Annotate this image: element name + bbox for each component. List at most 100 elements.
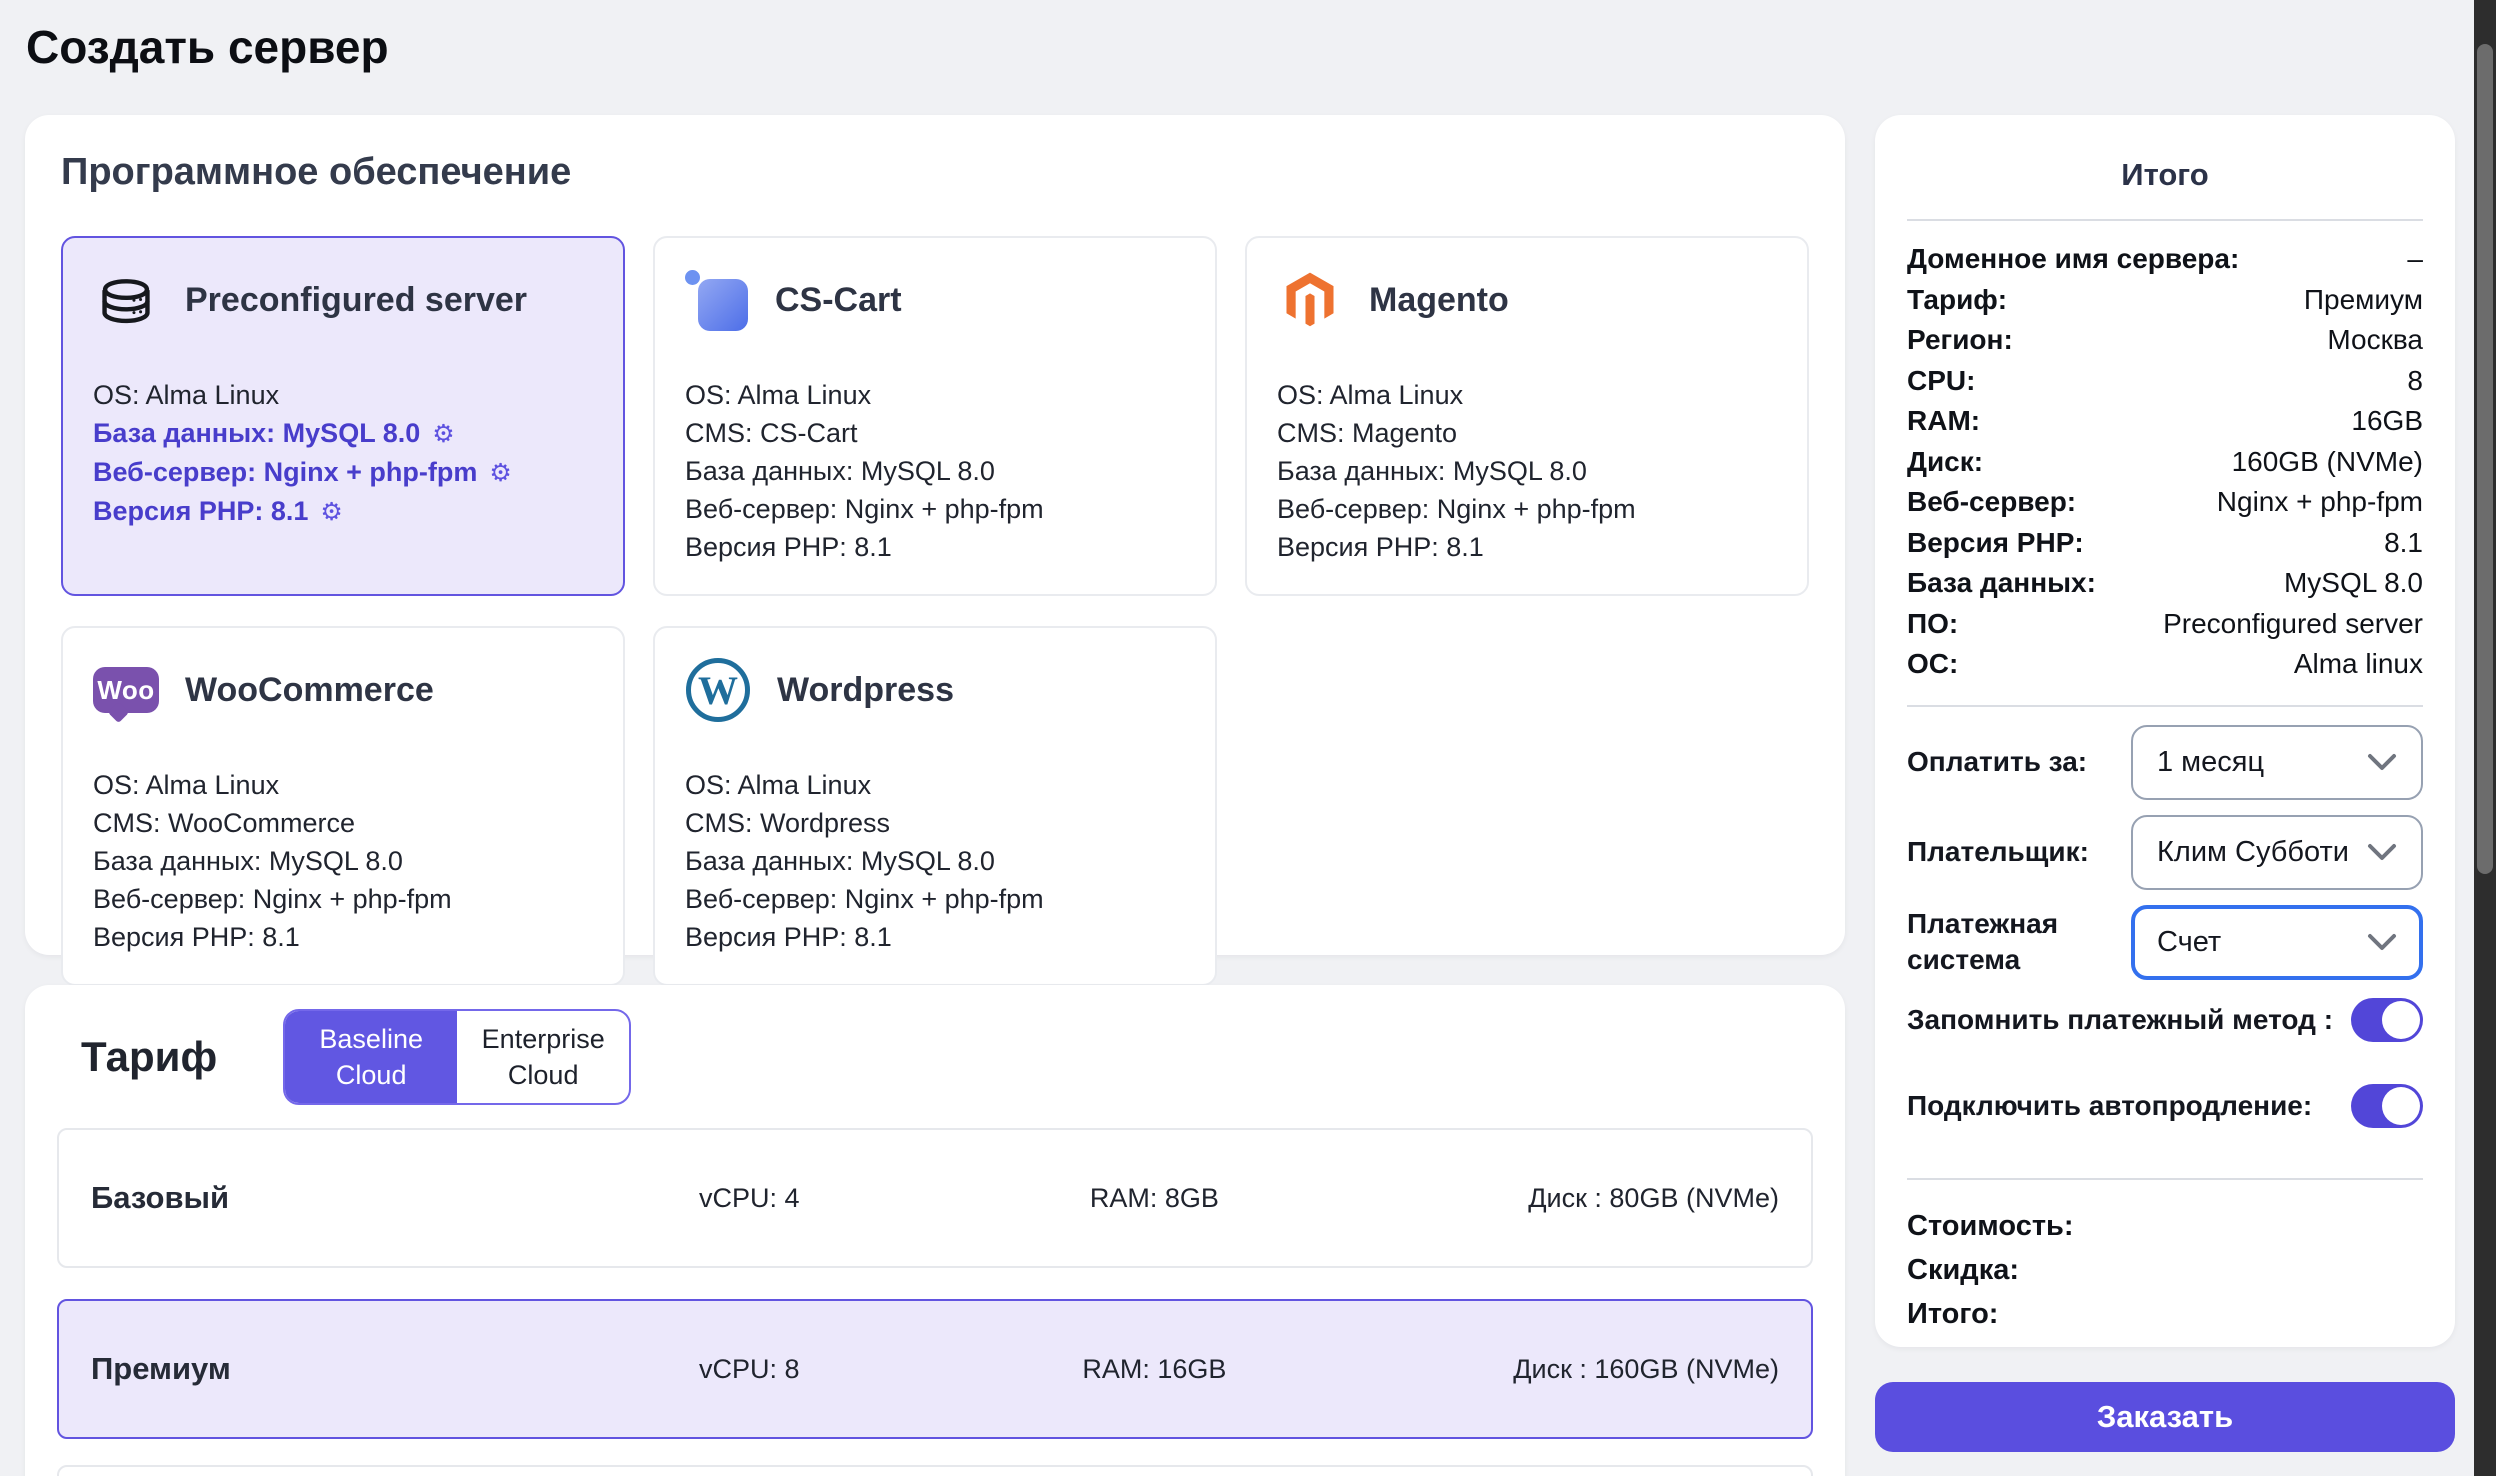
card-line-database: База данных: MySQL 8.0 — [685, 452, 1185, 490]
autorenew-label: Подключить автопродление: — [1907, 1090, 2312, 1122]
plan-disk: Диск : 80GB (NVMe) — [1374, 1183, 1779, 1214]
remember-payment-toggle[interactable] — [2351, 998, 2423, 1042]
summary-row-tariff: Тариф:Премиум — [1907, 280, 2423, 321]
card-line-database: База данных: MySQL 8.0 — [685, 842, 1185, 880]
card-title: Wordpress — [777, 671, 954, 710]
summary-row-os: ОС:Alma linux — [1907, 644, 2423, 685]
card-line-os: OS: Alma Linux — [685, 376, 1185, 414]
payer-select[interactable]: Клим Субботи — [2131, 815, 2423, 890]
gear-icon[interactable]: ⚙ — [489, 459, 511, 487]
software-section: Программное обеспечение — [25, 115, 1845, 955]
card-title: Magento — [1369, 281, 1509, 320]
payer-label: Плательщик: — [1907, 834, 2089, 870]
card-title: Preconfigured server — [185, 281, 527, 320]
card-line-webserver: Веб-сервер: Nginx + php-fpm — [93, 880, 593, 918]
card-line-php: Версия PHP: 8.1 — [1277, 528, 1777, 566]
card-body: OS: Alma Linux CMS: Wordpress База данны… — [685, 766, 1185, 956]
software-card-woocommerce[interactable]: Woo WooCommerce OS: Alma Linux CMS: WooC… — [61, 626, 625, 986]
card-line-webserver: Веб-сервер: Nginx + php-fpm — [685, 490, 1185, 528]
summary-row-ram: RAM:16GB — [1907, 401, 2423, 442]
autorenew-toggle[interactable] — [2351, 1084, 2423, 1128]
summary-heading: Итого — [1907, 157, 2423, 193]
card-line-os: OS: Alma Linux — [685, 766, 1185, 804]
tariff-section: Тариф Baseline Cloud Enterprise Cloud Ба… — [25, 985, 1845, 1476]
card-line-webserver[interactable]: Веб-сервер: Nginx + php-fpm⚙ — [93, 453, 593, 492]
gear-icon[interactable]: ⚙ — [432, 420, 454, 448]
plan-disk: Диск : 160GB (NVMe) — [1374, 1354, 1779, 1385]
plan-ram: RAM: 16GB — [935, 1354, 1374, 1385]
plan-row-premium[interactable]: Премиум vCPU: 8 RAM: 16GB Диск : 160GB (… — [57, 1299, 1813, 1439]
card-title: WooCommerce — [185, 671, 434, 710]
plan-row-basic[interactable]: Базовый vCPU: 4 RAM: 8GB Диск : 80GB (NV… — [57, 1128, 1813, 1268]
plan-name: Премиум — [91, 1351, 564, 1387]
software-card-cscart[interactable]: CS-Cart OS: Alma Linux CMS: CS-Cart База… — [653, 236, 1217, 596]
card-line-os: OS: Alma Linux — [93, 766, 593, 804]
plan-vcpu: vCPU: 4 — [564, 1183, 935, 1214]
toggle-knob — [2382, 1001, 2420, 1039]
divider — [1907, 219, 2423, 221]
card-header: Preconfigured server — [93, 266, 593, 334]
plan-vcpu: vCPU: 8 — [564, 1354, 935, 1385]
summary-row-disk: Диск:160GB (NVMe) — [1907, 442, 2423, 483]
summary-row-php: Версия PHP:8.1 — [1907, 523, 2423, 564]
software-card-magento[interactable]: Magento OS: Alma Linux CMS: Magento База… — [1245, 236, 1809, 596]
gear-icon[interactable]: ⚙ — [320, 498, 342, 526]
woocommerce-icon: Woo — [93, 667, 159, 713]
cost-label: Стоимость: — [1907, 1204, 2423, 1248]
chevron-down-icon — [2367, 753, 2397, 771]
scrollbar-thumb[interactable] — [2477, 44, 2493, 874]
chevron-down-icon — [2367, 933, 2397, 951]
card-line-cms: CMS: Wordpress — [685, 804, 1185, 842]
card-line-cms: CMS: CS-Cart — [685, 414, 1185, 452]
summary-row-domain: Доменное имя сервера:– — [1907, 239, 2423, 280]
divider — [1907, 705, 2423, 707]
tariff-header: Тариф Baseline Cloud Enterprise Cloud — [57, 1009, 1813, 1105]
card-header: Magento — [1277, 266, 1777, 334]
card-line-php: Версия PHP: 8.1 — [685, 528, 1185, 566]
software-card-wordpress[interactable]: W Wordpress OS: Alma Linux CMS: Wordpres… — [653, 626, 1217, 986]
card-line-php: Версия PHP: 8.1 — [685, 918, 1185, 956]
remember-payment-label: Запомнить платежный метод : — [1907, 1004, 2333, 1036]
card-body: OS: Alma Linux CMS: CS-Cart База данных:… — [685, 376, 1185, 566]
segment-baseline-cloud[interactable]: Baseline Cloud — [285, 1011, 457, 1103]
cs-cart-icon — [685, 267, 749, 333]
remember-payment-row: Запомнить платежный метод : — [1907, 998, 2423, 1042]
software-card-preconfigured[interactable]: Preconfigured server OS: Alma Linux База… — [61, 236, 625, 596]
plan-name: Базовый — [91, 1180, 564, 1216]
pay-period-label: Оплатить за: — [1907, 744, 2087, 780]
plan-row-partial[interactable] — [57, 1465, 1813, 1476]
order-button[interactable]: Заказать — [1875, 1382, 2455, 1452]
pay-period-select[interactable]: 1 месяц — [2131, 725, 2423, 800]
create-server-page: Создать сервер Программное обеспечение — [0, 0, 2496, 1476]
card-line-os: OS: Alma Linux — [93, 376, 593, 414]
card-line-php[interactable]: Версия PHP: 8.1⚙ — [93, 492, 593, 531]
payment-system-select[interactable]: Счет — [2131, 905, 2423, 980]
card-header: Woo WooCommerce — [93, 656, 593, 724]
summary-row-webserver: Веб-сервер:Nginx + php-fpm — [1907, 482, 2423, 523]
autorenew-row: Подключить автопродление: — [1907, 1084, 2423, 1128]
card-line-database[interactable]: База данных: MySQL 8.0⚙ — [93, 414, 593, 453]
software-cards-grid: Preconfigured server OS: Alma Linux База… — [61, 236, 1809, 986]
card-line-php: Версия PHP: 8.1 — [93, 918, 593, 956]
total-label: Итого: — [1907, 1292, 2423, 1336]
card-line-os: OS: Alma Linux — [1277, 376, 1777, 414]
card-line-cms: CMS: Magento — [1277, 414, 1777, 452]
summary-row-region: Регион:Москва — [1907, 320, 2423, 361]
order-summary: Итого Доменное имя сервера:– Тариф:Преми… — [1875, 115, 2455, 1347]
payment-system-label: Платежная система — [1907, 906, 2092, 978]
card-line-database: База данных: MySQL 8.0 — [93, 842, 593, 880]
summary-row-cpu: CPU:8 — [1907, 361, 2423, 402]
card-header: W Wordpress — [685, 656, 1185, 724]
tariff-plans: Базовый vCPU: 4 RAM: 8GB Диск : 80GB (NV… — [57, 1128, 1813, 1476]
discount-label: Скидка: — [1907, 1248, 2423, 1292]
cloud-type-switch: Baseline Cloud Enterprise Cloud — [283, 1009, 631, 1105]
segment-enterprise-cloud[interactable]: Enterprise Cloud — [457, 1011, 629, 1103]
card-body: OS: Alma Linux CMS: WooCommerce База дан… — [93, 766, 593, 956]
scrollbar-track[interactable] — [2474, 0, 2496, 1476]
card-line-webserver: Веб-сервер: Nginx + php-fpm — [1277, 490, 1777, 528]
card-header: CS-Cart — [685, 266, 1185, 334]
summary-rows: Доменное имя сервера:– Тариф:Премиум Рег… — [1907, 239, 2423, 685]
plan-ram: RAM: 8GB — [935, 1183, 1374, 1214]
card-line-webserver: Веб-сервер: Nginx + php-fpm — [685, 880, 1185, 918]
divider — [1907, 1178, 2423, 1180]
